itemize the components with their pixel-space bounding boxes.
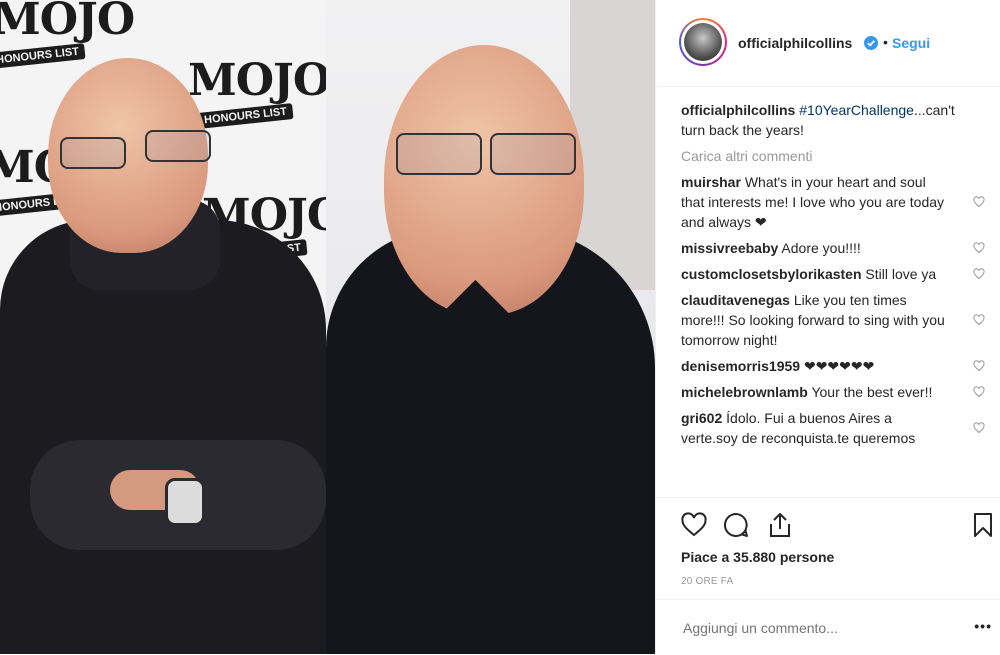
comment-text: Your the best ever!! (811, 384, 933, 400)
comment-item: missivreebaby Adore you!!!! (681, 238, 985, 258)
photo-left-panel: MOJO HONOURS LIST MOJO HONOURS LIST MOJO… (0, 0, 326, 654)
comment-text: Still love ya (865, 266, 937, 282)
caption-username[interactable]: officialphilcollins (681, 102, 795, 118)
post-actions-bar: Piace a 35.880 persone 20 ORE FA (656, 497, 1000, 598)
post-header: officialphilcollins • Segui (656, 0, 1000, 87)
comment-like-icon[interactable] (973, 360, 985, 372)
comment-username[interactable]: customclosetsbylorikasten (681, 266, 862, 282)
glasses (145, 130, 211, 162)
load-more-comments-button[interactable]: Carica altri commenti (681, 146, 981, 166)
glasses (490, 133, 576, 175)
verified-badge-icon (864, 36, 878, 50)
comment-item: clauditavenegas Like you ten times more!… (681, 290, 985, 350)
add-comment-input[interactable] (681, 619, 955, 637)
comment-like-icon[interactable] (973, 242, 985, 254)
follow-button[interactable]: Segui (892, 35, 930, 51)
post-timestamp: 20 ORE FA (681, 576, 734, 587)
add-comment-bar: ••• (656, 599, 1000, 655)
share-icon[interactable] (766, 511, 794, 539)
avatar-image (684, 23, 722, 61)
likes-count[interactable]: Piace a 35.880 persone (681, 549, 834, 565)
separator-dot: • (883, 34, 888, 50)
comments-list: officialphilcollins #10YearChallenge...c… (681, 100, 985, 454)
heart-icon[interactable] (680, 511, 708, 539)
avatar[interactable] (679, 18, 727, 66)
head (384, 45, 584, 315)
more-options-button[interactable]: ••• (974, 618, 992, 634)
comment-like-icon[interactable] (973, 386, 985, 398)
photo-right-panel (326, 0, 655, 654)
comment-username[interactable]: muirshar (681, 174, 741, 190)
comment-like-icon[interactable] (973, 196, 985, 208)
comment-username[interactable]: missivreebaby (681, 240, 778, 256)
comment-text: Adore you!!!! (781, 240, 861, 256)
header-username[interactable]: officialphilcollins (738, 35, 852, 51)
comment-item: gri602 Ídolo. Fui a buenos Aires a verte… (681, 408, 985, 448)
caption-hashtag[interactable]: #10YearChallenge (799, 102, 914, 118)
comment-username[interactable]: gri602 (681, 410, 722, 426)
glasses (60, 137, 126, 169)
comment-item: customclosetsbylorikasten Still love ya (681, 264, 985, 284)
comment-like-icon[interactable] (973, 268, 985, 280)
comment-item: muirshar What's in your heart and soul t… (681, 172, 985, 232)
post-sidebar: officialphilcollins • Segui officialphil… (655, 0, 1000, 654)
post-caption: officialphilcollins #10YearChallenge...c… (681, 100, 981, 140)
comment-like-icon[interactable] (973, 422, 985, 434)
wristwatch (165, 478, 205, 526)
glasses (396, 133, 482, 175)
comment-item: denisemorris1959 ❤❤❤❤❤❤ (681, 356, 985, 376)
comment-item: michelebrownlamb Your the best ever!! (681, 382, 985, 402)
person-left (0, 0, 326, 654)
comment-text: ❤❤❤❤❤❤ (803, 358, 875, 374)
instagram-post-view: MOJO HONOURS LIST MOJO HONOURS LIST MOJO… (0, 0, 1000, 654)
comment-like-icon[interactable] (973, 314, 985, 326)
comment-username[interactable]: clauditavenegas (681, 292, 790, 308)
bookmark-icon[interactable] (969, 511, 997, 539)
comment-bubble-icon[interactable] (722, 511, 750, 539)
comment-username[interactable]: denisemorris1959 (681, 358, 800, 374)
comment-username[interactable]: michelebrownlamb (681, 384, 808, 400)
post-photo[interactable]: MOJO HONOURS LIST MOJO HONOURS LIST MOJO… (0, 0, 655, 654)
